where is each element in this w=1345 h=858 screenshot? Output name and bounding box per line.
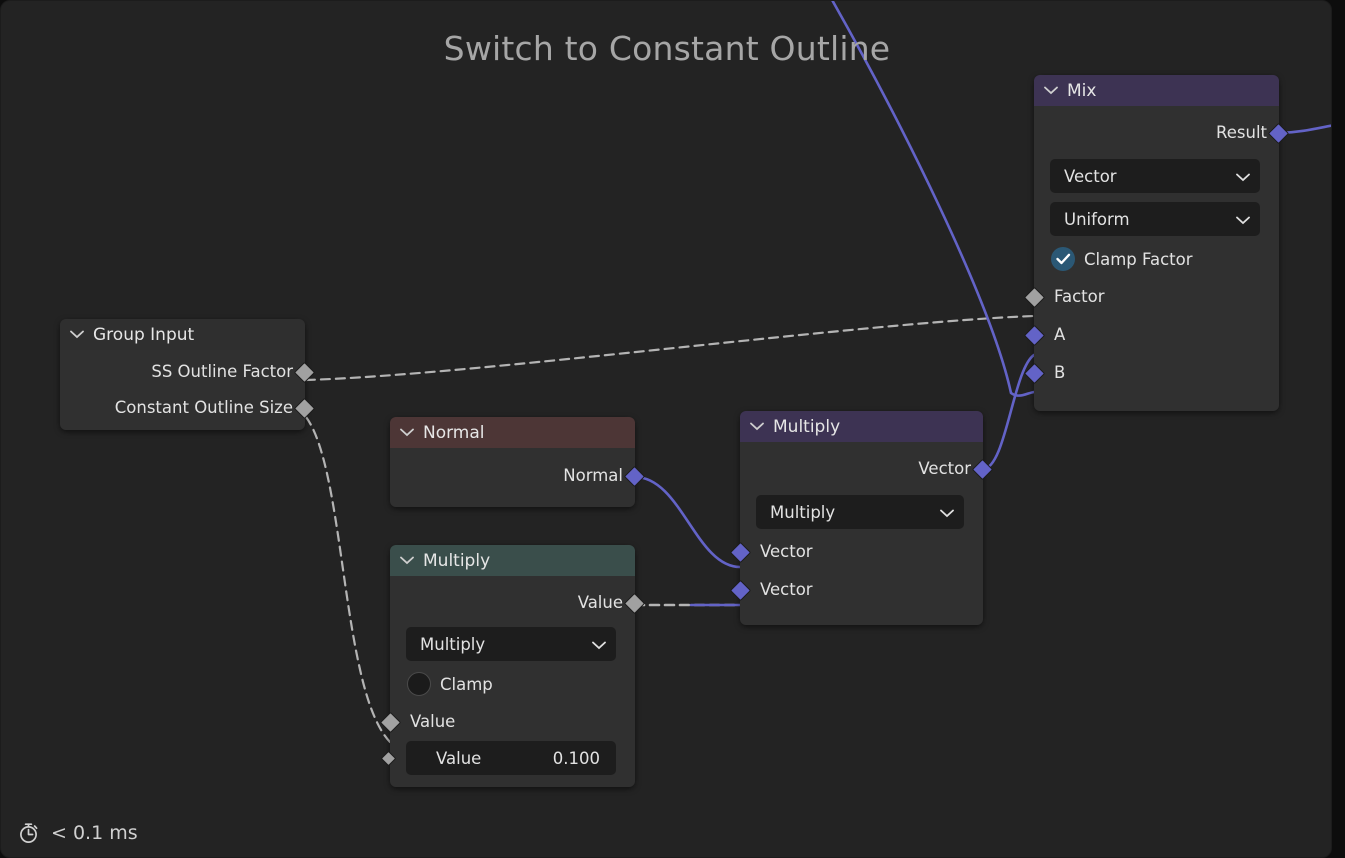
node-math-multiply[interactable]: Multiply Value Multiply Clamp Value Valu…: [379, 545, 646, 787]
node-group-input-header[interactable]: Group Input: [60, 319, 305, 350]
vector-operation-dropdown[interactable]: Multiply: [756, 495, 964, 529]
node-vector-multiply[interactable]: Multiply Vector Multiply Vector Vector: [729, 411, 994, 625]
socket-result-out[interactable]: [1267, 122, 1290, 145]
input-b-label: B: [1054, 363, 1066, 382]
node-normal[interactable]: Normal Normal: [390, 417, 646, 507]
mix-datatype-value: Vector: [1064, 166, 1117, 186]
chevron-down-icon[interactable]: [400, 556, 414, 565]
output-vector[interactable]: Vector: [740, 455, 994, 482]
link-ssfactor-to-factor: [304, 314, 1036, 382]
node-mix-title: Mix: [1067, 80, 1097, 101]
output-normal[interactable]: Normal: [390, 462, 646, 489]
socket-math-value-in[interactable]: [379, 711, 402, 734]
socket-vector-in-b[interactable]: [729, 579, 752, 602]
chevron-down-icon[interactable]: [1236, 210, 1250, 229]
socket-vector-in-a[interactable]: [729, 541, 752, 564]
output-math-value[interactable]: Value: [390, 589, 646, 616]
input-a-label: A: [1054, 325, 1066, 344]
link-normal-to-vecmul-a: [633, 475, 742, 569]
input-b[interactable]: B: [1023, 359, 1279, 386]
math-clamp-row[interactable]: Clamp: [390, 670, 635, 698]
socket-b-in[interactable]: [1023, 362, 1046, 385]
output-constant-outline-size[interactable]: Constant Outline Size: [60, 394, 316, 421]
output-ss-outline-factor-label: SS Outline Factor: [151, 362, 293, 381]
output-ss-outline-factor[interactable]: SS Outline Factor: [60, 358, 316, 385]
input-vector-b-label: Vector: [760, 580, 813, 599]
node-vector-multiply-title: Multiply: [773, 416, 841, 437]
input-a[interactable]: A: [1023, 321, 1279, 348]
socket-math-value-out[interactable]: [623, 592, 646, 615]
mix-clamp-factor-checkbox[interactable]: [1051, 247, 1075, 271]
node-math-multiply-header[interactable]: Multiply: [390, 545, 635, 576]
chevron-down-icon[interactable]: [940, 503, 954, 522]
input-factor[interactable]: Factor: [1023, 283, 1279, 310]
math-clamp-checkbox[interactable]: [407, 672, 431, 696]
chevron-down-icon[interactable]: [70, 330, 84, 339]
node-mix-body: Result Vector Uniform Clamp Factor Facto…: [1023, 106, 1290, 411]
chevron-down-icon[interactable]: [1044, 86, 1058, 95]
mix-datatype-dropdown[interactable]: Vector: [1050, 159, 1260, 193]
status-text: < 0.1 ms: [51, 822, 138, 844]
socket-a-in[interactable]: [1023, 324, 1046, 347]
node-normal-body: Normal: [390, 448, 646, 507]
link-constsize-to-mathvalue: [304, 415, 392, 744]
input-vector-b[interactable]: Vector: [729, 576, 983, 603]
node-group-input[interactable]: Group Input SS Outline Factor Constant O…: [60, 319, 316, 430]
chevron-down-icon[interactable]: [1236, 167, 1250, 186]
math-value-field[interactable]: Value 0.100: [380, 741, 616, 775]
check-icon: [1055, 253, 1070, 265]
node-normal-header[interactable]: Normal: [390, 417, 635, 448]
input-math-value[interactable]: Value: [379, 708, 635, 735]
input-math-value-label: Value: [410, 712, 456, 731]
math-operation-value: Multiply: [420, 634, 486, 654]
output-normal-label: Normal: [563, 466, 623, 485]
node-editor-canvas[interactable]: Switch to Constant Outline Group Input S…: [0, 0, 1332, 858]
math-clamp-label: Clamp: [440, 674, 493, 694]
node-mix-header[interactable]: Mix: [1034, 75, 1279, 106]
node-math-multiply-body: Value Multiply Clamp Value Value 0.100: [379, 576, 646, 787]
input-vector-a[interactable]: Vector: [729, 538, 983, 565]
node-normal-title: Normal: [423, 422, 485, 443]
vector-operation-value: Multiply: [770, 502, 836, 522]
mix-blendmode-value: Uniform: [1064, 209, 1130, 229]
node-group-input-body: SS Outline Factor Constant Outline Size: [60, 350, 316, 430]
math-value-field-label: Value: [436, 748, 482, 768]
chevron-down-icon[interactable]: [400, 428, 414, 437]
mix-clamp-factor-label: Clamp Factor: [1084, 249, 1193, 269]
node-math-multiply-title: Multiply: [423, 550, 491, 571]
mix-clamp-factor-row[interactable]: Clamp Factor: [1034, 245, 1279, 273]
math-value-field-value: 0.100: [552, 748, 600, 768]
node-vector-multiply-header[interactable]: Multiply: [740, 411, 983, 442]
output-vector-label: Vector: [918, 459, 971, 478]
socket-math-value-field[interactable]: [380, 750, 397, 767]
socket-factor-in[interactable]: [1023, 286, 1046, 309]
input-factor-label: Factor: [1054, 287, 1105, 306]
chevron-down-icon[interactable]: [592, 635, 606, 654]
node-mix[interactable]: Mix Result Vector Uniform Clamp Factor F…: [1023, 75, 1290, 411]
stopwatch-icon: [17, 821, 41, 845]
math-operation-dropdown[interactable]: Multiply: [406, 627, 616, 661]
output-result[interactable]: Result: [1034, 119, 1290, 146]
mix-blendmode-dropdown[interactable]: Uniform: [1050, 202, 1260, 236]
socket-vector-out[interactable]: [971, 458, 994, 481]
output-constant-outline-size-label: Constant Outline Size: [114, 398, 293, 417]
input-vector-a-label: Vector: [760, 542, 813, 561]
node-group-input-title: Group Input: [93, 324, 195, 345]
output-math-value-label: Value: [577, 593, 623, 612]
socket-normal-out[interactable]: [623, 465, 646, 488]
node-vector-multiply-body: Vector Multiply Vector Vector: [729, 442, 994, 625]
chevron-down-icon[interactable]: [750, 422, 764, 431]
socket-constant-outline-size[interactable]: [293, 397, 316, 420]
status-bar: < 0.1 ms: [17, 821, 138, 845]
output-result-label: Result: [1216, 123, 1267, 142]
socket-ss-outline-factor[interactable]: [293, 361, 316, 384]
page-title: Switch to Constant Outline: [443, 29, 891, 68]
